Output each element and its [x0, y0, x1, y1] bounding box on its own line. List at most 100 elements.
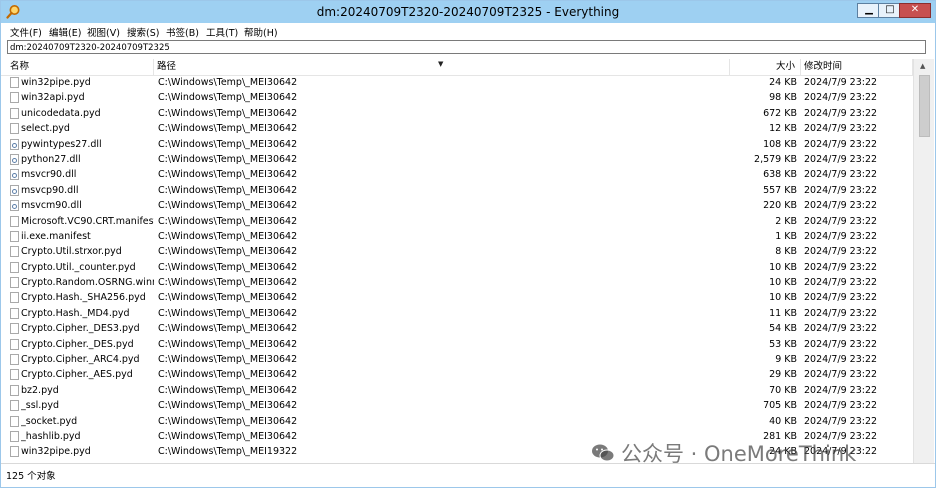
column-name[interactable]: 名称 — [1, 59, 154, 75]
file-size: 672 KB — [763, 107, 797, 119]
table-row[interactable]: Crypto.Cipher._AES.pyd C:\Windows\Temp\_M… — [1, 367, 913, 382]
table-row[interactable]: Crypto.Util.strxor.pyd C:\Windows\Temp\_M… — [1, 244, 913, 259]
dll-icon — [10, 138, 19, 150]
file-path: C:\Windows\Temp\_MEI30642 — [158, 338, 298, 350]
file-size: 10 KB — [769, 277, 797, 289]
table-row[interactable]: _ssl.pyd C:\Windows\Temp\_MEI30642 705 KB 2… — [1, 398, 913, 413]
sort-descending-icon: ▼ — [438, 60, 444, 68]
file-path: C:\Windows\Temp\_MEI30642 — [158, 230, 298, 242]
menu-bar: 文件(F) 编辑(E) 视图(V) 搜索(S) 书签(B) 工具(T) 帮助(H… — [1, 23, 935, 39]
file-path: C:\Windows\Temp\_MEI30642 — [158, 184, 298, 196]
file-date: 2024/7/9 23:22 — [804, 338, 878, 350]
table-row[interactable]: Crypto.Cipher._DES.pyd C:\Windows\Temp\_M… — [1, 337, 913, 352]
table-row[interactable]: Crypto.Cipher._DES3.pyd C:\Windows\Temp\_… — [1, 321, 913, 336]
file-icon — [10, 384, 19, 396]
table-row[interactable]: python27.dll C:\Windows\Temp\_MEI30642 2,5… — [1, 152, 913, 167]
file-size: 11 KB — [769, 307, 797, 319]
wechat-icon — [592, 444, 615, 462]
file-date: 2024/7/9 23:22 — [804, 77, 878, 88]
file-date: 2024/7/9 23:22 — [804, 246, 878, 258]
dll-icon — [10, 169, 19, 181]
menu-file[interactable]: 文件(F) — [10, 25, 42, 39]
file-icon — [10, 107, 19, 119]
file-size: 10 KB — [769, 261, 797, 273]
table-row[interactable]: msvcm90.dll C:\Windows\Temp\_MEI30642 220 … — [1, 198, 913, 213]
file-icon — [10, 323, 19, 335]
menu-edit[interactable]: 编辑(E) — [49, 25, 81, 39]
file-icon — [10, 400, 19, 412]
file-size: 638 KB — [763, 169, 797, 181]
title-bar[interactable]: dm:20240709T2320-20240709T2325 - Everyth… — [1, 1, 935, 23]
file-name: Crypto.Hash._MD4.pyd — [21, 307, 130, 319]
search-input[interactable]: dm:20240709T2320-20240709T2325 — [7, 40, 926, 54]
table-row[interactable]: unicodedata.pyd C:\Windows\Temp\_MEI30642… — [1, 106, 913, 121]
file-path: C:\Windows\Temp\_MEI30642 — [158, 169, 298, 181]
scroll-thumb[interactable] — [919, 75, 930, 137]
column-size[interactable]: 大小 — [730, 59, 801, 75]
table-row[interactable]: Microsoft.VC90.CRT.manifest C:\Windows\Te… — [1, 214, 913, 229]
menu-search[interactable]: 搜索(S) — [127, 25, 159, 39]
table-row[interactable]: msvcr90.dll C:\Windows\Temp\_MEI30642 638 … — [1, 167, 913, 182]
file-name: unicodedata.pyd — [21, 107, 101, 119]
table-row[interactable]: win32pipe.pyd C:\Windows\Temp\_MEI30642 24… — [1, 75, 913, 90]
file-size: 24 KB — [769, 77, 797, 88]
file-icon — [10, 277, 19, 289]
file-path: C:\Windows\Temp\_MEI30642 — [158, 384, 298, 396]
column-date-modified[interactable]: 修改时间 — [801, 59, 913, 75]
file-name: _hashlib.pyd — [21, 430, 81, 442]
file-size: 8 KB — [775, 246, 797, 258]
results-list[interactable]: win32pipe.pyd C:\Windows\Temp\_MEI30642 24… — [1, 75, 913, 463]
file-name: msvcr90.dll — [21, 169, 77, 181]
file-icon — [10, 92, 19, 104]
table-row[interactable]: Crypto.Random.OSRNG.winr... C:\Windows\Te… — [1, 275, 913, 290]
file-icon — [10, 215, 19, 227]
table-row[interactable]: pywintypes27.dll C:\Windows\Temp\_MEI3064… — [1, 137, 913, 152]
file-path: C:\Windows\Temp\_MEI30642 — [158, 107, 298, 119]
file-icon — [10, 246, 19, 258]
table-row[interactable]: Crypto.Hash._SHA256.pyd C:\Windows\Temp\_… — [1, 290, 913, 305]
vertical-scrollbar[interactable]: ▲ — [913, 59, 934, 463]
file-path: C:\Windows\Temp\_MEI30642 — [158, 92, 298, 104]
file-date: 2024/7/9 23:22 — [804, 400, 878, 412]
file-name: Crypto.Util._counter.pyd — [21, 261, 136, 273]
file-name: Crypto.Cipher._DES.pyd — [21, 338, 134, 350]
table-row[interactable]: bz2.pyd C:\Windows\Temp\_MEI30642 70 KB 202… — [1, 383, 913, 398]
file-date: 2024/7/9 23:22 — [804, 107, 878, 119]
table-row[interactable]: ii.exe.manifest C:\Windows\Temp\_MEI30642… — [1, 229, 913, 244]
table-row[interactable]: Crypto.Hash._MD4.pyd C:\Windows\Temp\_MEI… — [1, 306, 913, 321]
file-name: Microsoft.VC90.CRT.manifest — [21, 215, 154, 227]
table-row[interactable]: win32api.pyd C:\Windows\Temp\_MEI30642 98 … — [1, 90, 913, 105]
file-size: 1 KB — [775, 230, 797, 242]
table-row[interactable]: Crypto.Util._counter.pyd C:\Windows\Temp\… — [1, 260, 913, 275]
menu-tools[interactable]: 工具(T) — [206, 25, 238, 39]
file-date: 2024/7/9 23:22 — [804, 307, 878, 319]
menu-bookmarks[interactable]: 书签(B) — [166, 25, 199, 39]
file-icon — [10, 123, 19, 135]
file-date: 2024/7/9 23:22 — [804, 138, 878, 150]
file-size: 98 KB — [769, 92, 797, 104]
file-size: 108 KB — [763, 138, 797, 150]
file-path: C:\Windows\Temp\_MEI30642 — [158, 123, 298, 135]
file-icon — [10, 369, 19, 381]
file-path: C:\Windows\Temp\_MEI30642 — [158, 77, 298, 88]
close-icon[interactable]: ✕ — [899, 3, 931, 18]
table-row[interactable]: Crypto.Cipher._ARC4.pyd C:\Windows\Temp\_… — [1, 352, 913, 367]
file-icon — [10, 446, 19, 458]
table-row[interactable]: _socket.pyd C:\Windows\Temp\_MEI30642 40 K… — [1, 414, 913, 429]
scroll-up-icon[interactable]: ▲ — [920, 62, 925, 70]
file-path: C:\Windows\Temp\_MEI30642 — [158, 323, 298, 335]
menu-view[interactable]: 视图(V) — [87, 25, 120, 39]
file-path: C:\Windows\Temp\_MEI30642 — [158, 138, 298, 150]
file-name: _ssl.pyd — [21, 400, 59, 412]
table-row[interactable]: msvcp90.dll C:\Windows\Temp\_MEI30642 557 … — [1, 183, 913, 198]
file-icon — [10, 77, 19, 88]
table-row[interactable]: select.pyd C:\Windows\Temp\_MEI30642 12 KB… — [1, 121, 913, 136]
file-path: C:\Windows\Temp\_MEI30642 — [158, 307, 298, 319]
file-icon — [10, 338, 19, 350]
file-name: win32pipe.pyd — [21, 446, 91, 458]
file-date: 2024/7/9 23:22 — [804, 354, 878, 366]
menu-help[interactable]: 帮助(H) — [244, 25, 278, 39]
file-size: 557 KB — [763, 184, 797, 196]
file-path: C:\Windows\Temp\_MEI30642 — [158, 400, 298, 412]
file-name: win32pipe.pyd — [21, 77, 91, 88]
